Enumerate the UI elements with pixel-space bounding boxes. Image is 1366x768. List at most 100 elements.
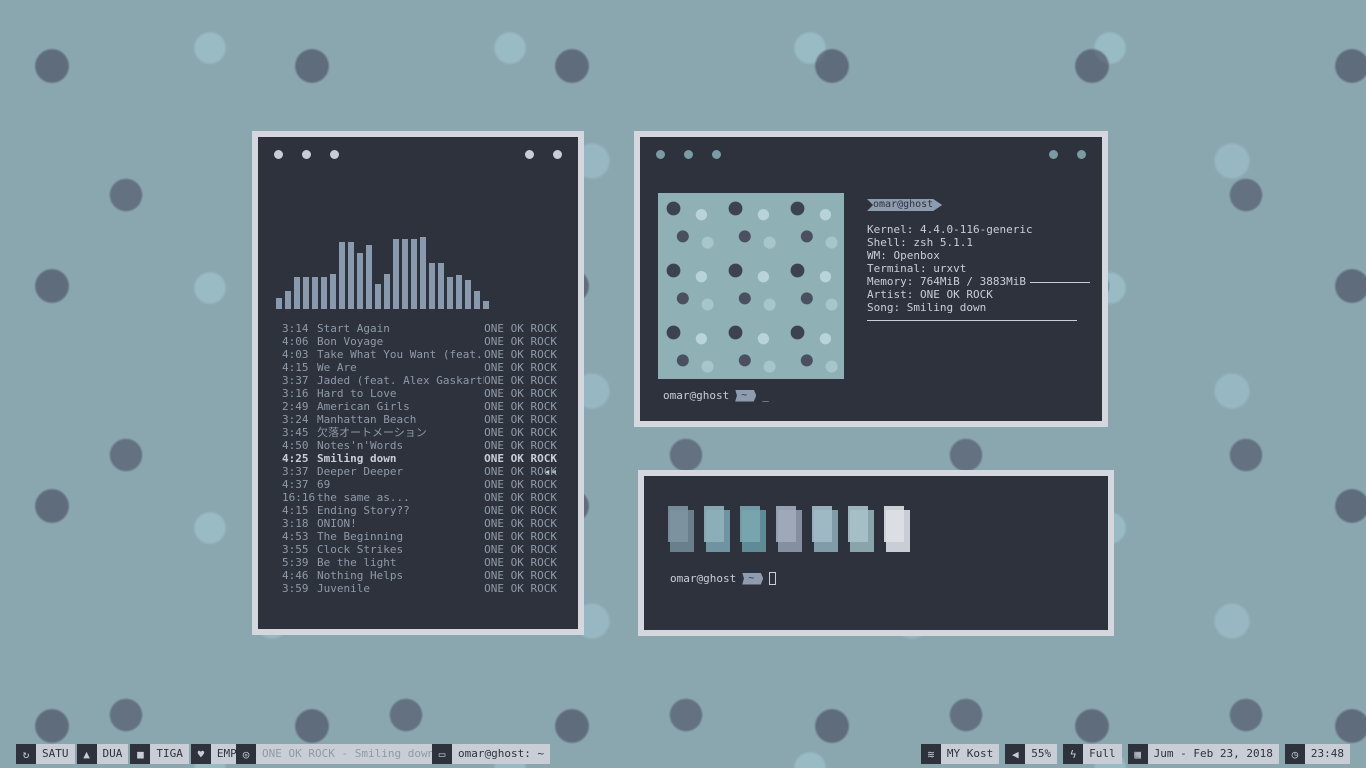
- playlist-row[interactable]: 3:18 ONION! ONE OK ROCK: [282, 517, 557, 530]
- track-title: 欠落オートメーション: [317, 426, 427, 439]
- playlist-row[interactable]: 16:16 the same as... ONE OK ROCK: [282, 491, 557, 504]
- window-dot[interactable]: [274, 150, 283, 159]
- track-title: Hard to Love: [317, 387, 397, 400]
- playlist[interactable]: 3:14 Start Again ONE OK ROCK 4:06 Bon Voyage…: [282, 322, 557, 595]
- volume-status[interactable]: ◀ 55%: [1005, 744, 1058, 764]
- user-tag: omar@ghost: [867, 199, 943, 211]
- shell-prompt[interactable]: omar@ghost ~ _: [663, 389, 769, 402]
- playlist-row[interactable]: 4:15 We Are ONE OK ROCK: [282, 361, 557, 374]
- wifi-label: MY Kost: [940, 744, 1000, 764]
- track-artist: ONE OK ROCK: [484, 322, 557, 335]
- playlist-row[interactable]: 3:55 Clock Strikes ONE OK ROCK: [282, 543, 557, 556]
- playlist-row[interactable]: 4:25 Smiling down ONE OK ROCK ◂◂: [282, 452, 557, 478]
- window-dot[interactable]: [330, 150, 339, 159]
- terminal-line: Terminal: urxvt: [867, 262, 967, 275]
- track-title: Be the light: [317, 556, 397, 569]
- workspace-label: DUA: [96, 744, 129, 764]
- track-duration: 4:53: [282, 530, 309, 543]
- track-artist: ONE OK ROCK: [484, 491, 557, 504]
- playlist-row[interactable]: 3:37 Jaded (feat. Alex Gaskarth) ONE OK RO…: [282, 374, 557, 387]
- visualizer-bar: [402, 239, 408, 309]
- workspace-label: TIGA: [150, 744, 189, 764]
- window-right-dots: [1049, 150, 1086, 159]
- wifi-icon: ≋: [920, 744, 941, 764]
- playlist-row[interactable]: 4:50 Notes'n'Words ONE OK ROCK: [282, 439, 557, 452]
- window-left-dots: [656, 150, 721, 159]
- clock-icon: ◷: [1284, 744, 1305, 764]
- sysinfo-block: omar@ghost Kernel: 4.4.0-116-generic She…: [867, 197, 1090, 321]
- plug-icon: ϟ: [1063, 744, 1084, 764]
- playlist-row[interactable]: 3:37 Deeper Deeper ONE OK ROCK: [282, 465, 557, 478]
- window-dot[interactable]: [1049, 150, 1058, 159]
- playlist-row[interactable]: 3:59 Juvenile ONE OK ROCK: [282, 582, 557, 595]
- wallpaper-thumbnail: [658, 193, 844, 379]
- track-title: The Beginning: [317, 530, 404, 543]
- playlist-row[interactable]: 3:24 Manhattan Beach ONE OK ROCK: [282, 413, 557, 426]
- track-title: Bon Voyage: [317, 335, 384, 348]
- track-artist: ONE OK ROCK: [484, 335, 557, 348]
- prompt-cursor: _: [762, 389, 769, 402]
- wm-line: WM: Openbox: [867, 249, 940, 262]
- track-title: Nothing Helps: [317, 569, 404, 582]
- memory-line: Memory: 764MiB / 3883MiB: [867, 275, 1090, 288]
- clock-status[interactable]: ◷ 23:48: [1284, 744, 1350, 764]
- window-right-dots: [525, 150, 562, 159]
- window-dot[interactable]: [525, 150, 534, 159]
- date-status[interactable]: ▦ Jum - Feb 23, 2018: [1127, 744, 1279, 764]
- track-title: We Are: [317, 361, 357, 374]
- playlist-row[interactable]: 4:15 Ending Story?? ONE OK ROCK: [282, 504, 557, 517]
- window-dot[interactable]: [684, 150, 693, 159]
- workspace-tiga[interactable]: ■ TIGA: [130, 744, 189, 764]
- workspace-satu[interactable]: ↻ SATU: [16, 744, 75, 764]
- playlist-row[interactable]: 4:03 Take What You Want (feat. 5 ONE OK RO…: [282, 348, 557, 361]
- active-window[interactable]: ▭ omar@ghost: ~: [432, 744, 551, 764]
- calendar-icon: ▦: [1127, 744, 1148, 764]
- track-title: ONION!: [317, 517, 357, 530]
- track-duration: 3:55: [282, 543, 309, 556]
- window-dot[interactable]: [302, 150, 311, 159]
- workspace-dua[interactable]: ▲ DUA: [76, 744, 129, 764]
- track-duration: 3:37: [282, 465, 309, 478]
- visualizer-bar: [312, 277, 318, 309]
- window-dot[interactable]: [712, 150, 721, 159]
- playlist-row[interactable]: 3:14 Start Again ONE OK ROCK: [282, 322, 557, 335]
- playlist-row[interactable]: 3:45 欠落オートメーション ONE OK ROCK: [282, 426, 557, 439]
- playlist-row[interactable]: 4:37 69 ONE OK ROCK: [282, 478, 557, 491]
- kernel-line: Kernel: 4.4.0-116-generic: [867, 223, 1033, 236]
- visualizer-bar: [285, 291, 291, 309]
- playlist-row[interactable]: 4:46 Nothing Helps ONE OK ROCK: [282, 569, 557, 582]
- playlist-row[interactable]: 3:16 Hard to Love ONE OK ROCK: [282, 387, 557, 400]
- window-dot[interactable]: [553, 150, 562, 159]
- color-swatch: [812, 506, 838, 552]
- track-title: Jaded (feat. Alex Gaskarth): [317, 374, 484, 387]
- colors-terminal-window[interactable]: omar@ghost ~: [638, 470, 1114, 636]
- visualizer-bar: [276, 298, 282, 309]
- playlist-row[interactable]: 4:06 Bon Voyage ONE OK ROCK: [282, 335, 557, 348]
- window-left-dots: [274, 150, 339, 159]
- shell-prompt[interactable]: omar@ghost ~: [670, 572, 777, 585]
- music-player-window[interactable]: 3:14 Start Again ONE OK ROCK 4:06 Bon Voyage…: [252, 131, 584, 635]
- playlist-row[interactable]: 4:53 The Beginning ONE OK ROCK: [282, 530, 557, 543]
- track-title: Ending Story??: [317, 504, 410, 517]
- window-dot[interactable]: [656, 150, 665, 159]
- playlist-row[interactable]: 5:39 Be the light ONE OK ROCK: [282, 556, 557, 569]
- artist-line: Artist: ONE OK ROCK: [867, 288, 993, 301]
- track-artist: ONE OK ROCK: [484, 569, 557, 582]
- track-duration: 4:03: [282, 348, 309, 361]
- prompt-dir: ~: [742, 572, 764, 585]
- track-duration: 3:24: [282, 413, 309, 426]
- now-playing[interactable]: ◎ ONE OK ROCK - Smiling down: [236, 744, 441, 764]
- track-title: Start Again: [317, 322, 390, 335]
- track-artist: ONE OK ROCK: [484, 556, 557, 569]
- track-duration: 5:39: [282, 556, 309, 569]
- track-title: Manhattan Beach: [317, 413, 417, 426]
- battery-status[interactable]: ϟ Full: [1063, 744, 1122, 764]
- song-line: Song: Smiling down: [867, 301, 987, 314]
- workspace-icon: ■: [130, 744, 151, 764]
- wifi-status[interactable]: ≋ MY Kost: [920, 744, 1000, 764]
- window-dot[interactable]: [1077, 150, 1086, 159]
- track-title: 69: [317, 478, 331, 491]
- playlist-row[interactable]: 2:49 American Girls ONE OK ROCK: [282, 400, 557, 413]
- workspace-icon: ▲: [76, 744, 97, 764]
- sysinfo-terminal-window[interactable]: omar@ghost Kernel: 4.4.0-116-generic She…: [634, 131, 1108, 427]
